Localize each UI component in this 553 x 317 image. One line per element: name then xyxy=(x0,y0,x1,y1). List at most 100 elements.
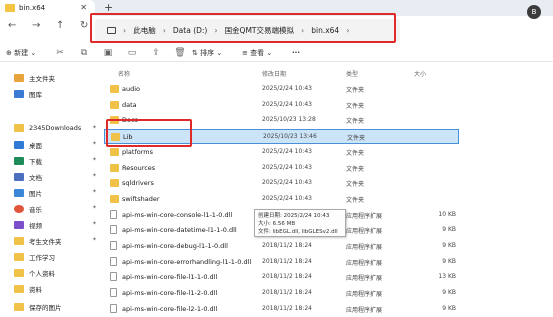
up-button[interactable]: ↑ xyxy=(56,20,64,31)
paste-icon[interactable]: ▣ xyxy=(96,48,120,58)
sidebar-item-documents[interactable]: 文档 xyxy=(14,172,42,182)
sidebar-item-label: 个人资料 xyxy=(29,270,55,278)
list-item[interactable]: Resources 2025/2/24 10:43 文件夹 xyxy=(104,161,459,176)
sidebar-item-gallery[interactable]: 图库 xyxy=(14,89,42,99)
pin-icon: ✦ xyxy=(92,156,98,163)
sidebar-item-work-study[interactable]: 工作学习 xyxy=(14,252,55,262)
list-item[interactable]: api-ms-win-core-errorhandling-l1-1-0.dll… xyxy=(104,255,459,270)
sidebar-item-label: 下载 xyxy=(29,158,42,166)
file-type: 应用程序扩展 xyxy=(346,228,383,236)
sidebar-item-pictures[interactable]: 图片 xyxy=(14,188,42,198)
sidebar-item-2345downloads[interactable]: 2345Downloads xyxy=(14,124,81,132)
sidebar-item-downloads[interactable]: 下载 xyxy=(14,156,42,166)
tooltip-created: 创建日期: 2025/2/24 10:43 xyxy=(258,213,330,219)
copy-icon[interactable]: ⧉ xyxy=(72,48,96,58)
sidebar-item-label: 2345Downloads xyxy=(29,124,82,132)
column-header-name[interactable]: 名称 xyxy=(118,69,130,78)
file-date: 2025/2/24 10:43 xyxy=(262,85,312,92)
file-name: api-ms-win-core-datetime-l1-1-0.dll xyxy=(122,226,237,235)
more-button[interactable]: ··· xyxy=(292,49,312,57)
dll-file-icon xyxy=(110,303,117,313)
file-date: 2025/10/23 13:28 xyxy=(262,116,316,124)
file-type: 应用程序扩展 xyxy=(346,275,383,283)
cut-icon[interactable]: ✂ xyxy=(48,48,72,58)
file-size: 9 KB xyxy=(442,304,456,312)
tab-bin-x64[interactable]: bin.x64 ✕ xyxy=(0,0,95,16)
column-header-type[interactable]: 类型 xyxy=(346,69,358,78)
avatar[interactable]: B xyxy=(527,5,541,19)
file-date: 2018/11/2 18:24 xyxy=(262,289,312,297)
share-icon[interactable]: ⇪ xyxy=(144,48,168,58)
file-type: 文件夹 xyxy=(346,149,365,157)
sort-button[interactable]: ⇅ 排序 ⌄ xyxy=(192,48,242,58)
back-button[interactable]: ← xyxy=(8,20,16,31)
file-name: api-ms-win-core-console-l1-1-0.dll xyxy=(122,210,233,219)
desktop-icon xyxy=(14,141,24,149)
sidebar-item-label: 保存的图片 xyxy=(29,304,62,312)
sidebar-item-personal[interactable]: 个人资料 xyxy=(14,268,55,278)
close-icon[interactable]: ✕ xyxy=(80,3,87,12)
command-bar: ⊕ 新建 ⌄ ✂ ⧉ ▣ ▭ ⇪ 🗑 ⇅ 排序 ⌄ ≡ 查看 ⌄ ··· xyxy=(0,44,553,62)
file-date: 2025/2/24 10:43 xyxy=(262,100,312,108)
file-type: 文件夹 xyxy=(346,181,365,189)
list-item[interactable]: sqldrivers 2025/2/24 10:43 文件夹 xyxy=(104,176,459,191)
folder-icon xyxy=(110,147,119,156)
sidebar-item-materials[interactable]: 资料 xyxy=(14,284,42,294)
file-size: 9 KB xyxy=(442,289,456,297)
sidebar-item-label: 考生文件夹 xyxy=(29,238,62,246)
delete-icon[interactable]: 🗑 xyxy=(168,48,192,58)
file-name: data xyxy=(122,100,137,109)
music-icon xyxy=(14,205,24,213)
pin-icon: ✦ xyxy=(92,220,98,227)
folder-icon xyxy=(14,303,24,311)
file-type: 文件夹 xyxy=(346,165,365,173)
file-date: 2018/11/2 18:24 xyxy=(262,242,312,249)
new-label: 新建 xyxy=(14,48,29,57)
tab-title: bin.x64 xyxy=(19,4,46,12)
file-date: 2025/2/24 10:43 xyxy=(262,147,312,155)
sidebar-item-music[interactable]: 音乐 xyxy=(14,204,42,214)
column-header-size[interactable]: 大小 xyxy=(414,69,426,78)
file-type: 应用程序扩展 xyxy=(346,244,383,251)
list-item[interactable]: api-ms-win-core-file-l2-1-0.dll 2018/11/2… xyxy=(104,302,459,317)
view-button[interactable]: ≡ 查看 ⌄ xyxy=(242,48,292,58)
refresh-button[interactable]: ↻ xyxy=(80,20,88,31)
sidebar-item-desktop[interactable]: 桌面 xyxy=(14,140,42,150)
dll-file-icon xyxy=(110,225,117,235)
file-date: 2025/10/23 13:46 xyxy=(263,133,317,141)
list-item[interactable]: api-ms-win-core-file-l1-1-0.dll 2018/11/2… xyxy=(104,270,459,285)
download-icon xyxy=(14,157,24,165)
new-button[interactable]: ⊕ 新建 ⌄ xyxy=(6,48,48,58)
file-name: swiftshader xyxy=(122,194,160,203)
sidebar-item-videos[interactable]: 视频 xyxy=(14,220,42,230)
list-item[interactable]: audio 2025/2/24 10:43 文件夹 xyxy=(104,82,459,97)
sidebar-item-home[interactable]: 主文件夹 xyxy=(14,73,55,83)
video-icon xyxy=(14,221,24,229)
sidebar-item-label: 资料 xyxy=(29,286,42,294)
list-item[interactable]: api-ms-win-core-debug-l1-1-0.dll 2018/11/… xyxy=(104,239,459,254)
file-type: 应用程序扩展 xyxy=(346,212,383,220)
file-type: 文件夹 xyxy=(346,196,365,204)
gallery-icon xyxy=(14,90,24,98)
list-item[interactable]: data 2025/2/24 10:43 文件夹 xyxy=(104,98,459,113)
folder-icon xyxy=(110,163,119,172)
folder-icon xyxy=(14,253,24,261)
highlight-box-lib xyxy=(106,119,192,147)
forward-button[interactable]: → xyxy=(32,20,40,31)
file-name: api-ms-win-core-debug-l1-1-0.dll xyxy=(122,242,228,250)
list-item[interactable]: swiftshader 2025/2/24 10:43 文件夹 xyxy=(104,192,459,207)
file-type: 应用程序扩展 xyxy=(346,259,383,267)
file-name: sqldrivers xyxy=(122,179,154,188)
file-size: 10 KB xyxy=(438,210,456,218)
folder-icon xyxy=(14,269,24,277)
sidebar-item-saved-pictures[interactable]: 保存的图片 xyxy=(14,302,62,312)
list-item[interactable]: api-ms-win-core-file-l1-2-0.dll 2018/11/2… xyxy=(104,286,459,301)
file-date: 2018/11/2 18:24 xyxy=(262,304,312,312)
sidebar-item-exam-folder[interactable]: 考生文件夹 xyxy=(14,236,62,246)
column-header-date[interactable]: 修改日期 xyxy=(262,69,286,78)
pin-icon: ✦ xyxy=(92,124,98,131)
list-item[interactable]: platforms 2025/2/24 10:43 文件夹 xyxy=(104,145,459,160)
sidebar-item-label: 音乐 xyxy=(29,206,42,214)
rename-icon[interactable]: ▭ xyxy=(120,48,144,58)
file-size: 9 KB xyxy=(442,242,456,249)
